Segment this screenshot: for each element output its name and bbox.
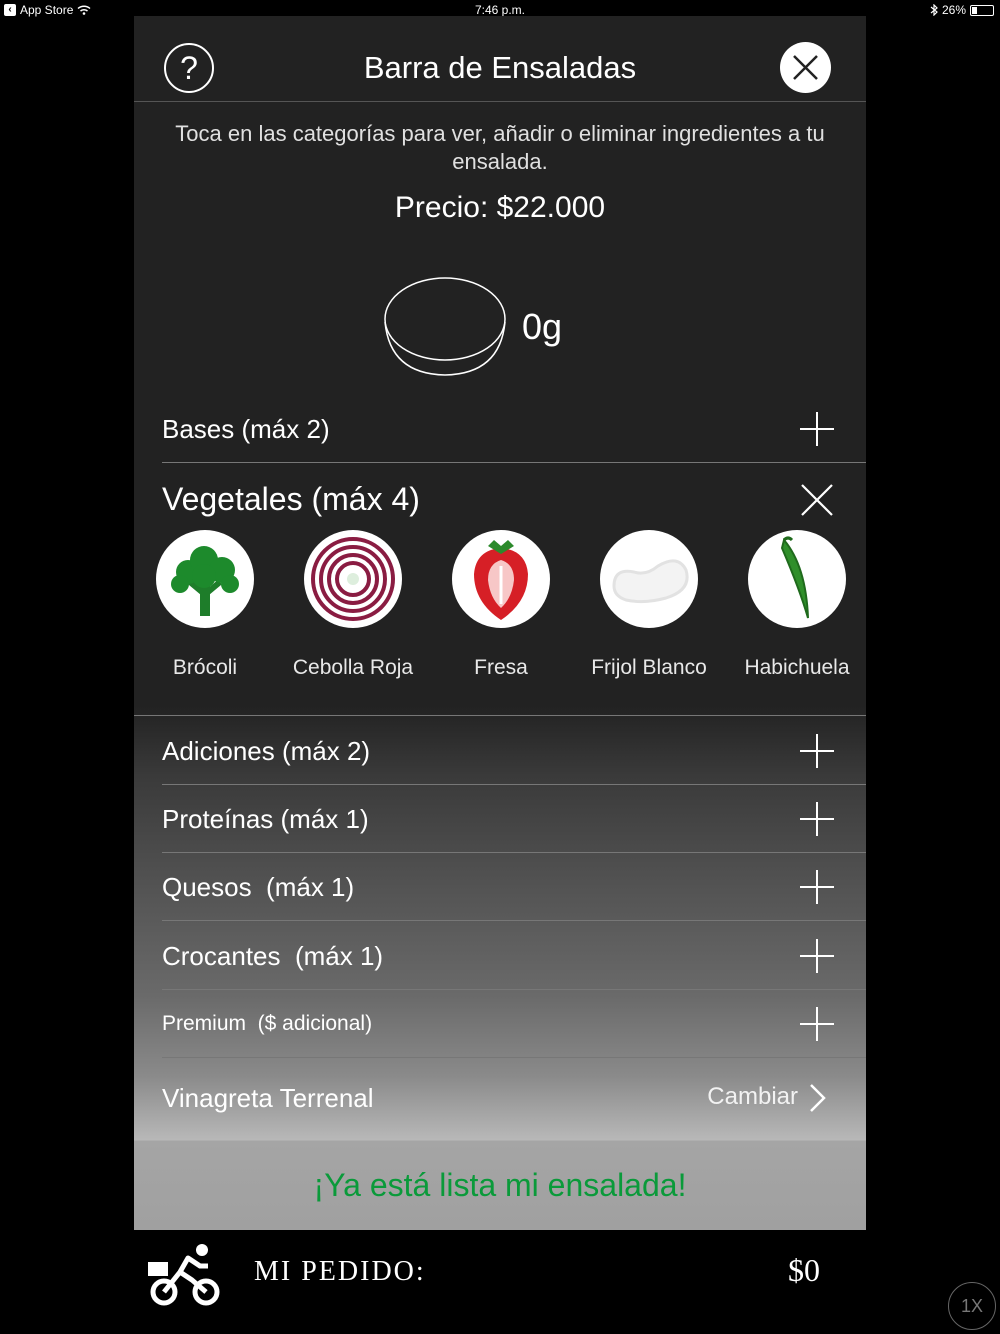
vegetable-item-habichuela[interactable]: Habichuela xyxy=(723,530,866,680)
delivery-bike-icon[interactable] xyxy=(146,1242,222,1308)
plus-icon[interactable] xyxy=(800,412,834,446)
category-quesos[interactable]: Quesos (máx 1) xyxy=(162,853,866,921)
salad-ready-button[interactable]: ¡Ya está lista mi ensalada! xyxy=(134,1141,866,1230)
vegetable-item-brocoli[interactable]: Brócoli xyxy=(134,530,279,680)
price-label: Precio: $22.000 xyxy=(394,191,606,224)
collapse-close-icon[interactable] xyxy=(800,483,834,517)
battery-icon xyxy=(970,4,994,16)
salad-bar-panel: ? Barra de Ensaladas Toca en las categor… xyxy=(134,16,866,1230)
vegetable-name: Brócoli xyxy=(172,656,238,679)
clock: 7:46 p.m. xyxy=(474,3,526,17)
broccoli-icon xyxy=(156,530,254,628)
chevron-right-icon[interactable] xyxy=(808,1083,826,1113)
category-label: Premium ($ adicional) xyxy=(162,1012,373,1035)
category-label: Crocantes (máx 1) xyxy=(162,941,384,971)
white-bean-icon xyxy=(600,530,698,628)
order-label: MI PEDIDO: xyxy=(254,1256,426,1287)
vegetable-name: Fresa xyxy=(474,656,528,679)
change-dressing-link[interactable]: Cambiar xyxy=(707,1083,798,1111)
plus-icon[interactable] xyxy=(800,1007,834,1041)
battery-percent: 26% xyxy=(941,3,966,17)
category-label: Adiciones (máx 2) xyxy=(162,736,371,766)
red-onion-icon xyxy=(304,530,402,628)
category-bases[interactable]: Bases (máx 2) xyxy=(162,395,866,463)
close-icon xyxy=(793,55,818,80)
order-footer: MI PEDIDO: $0 xyxy=(0,1230,1000,1334)
category-proteinas[interactable]: Proteínas (máx 1) xyxy=(162,785,866,853)
dressing-row[interactable]: Vinagreta Terrenal Cambiar xyxy=(162,1059,866,1141)
instructions-text: Toca en las categorías para ver, añadir … xyxy=(175,121,825,174)
plus-icon[interactable] xyxy=(800,939,834,973)
vegetable-name: Frijol Blanco xyxy=(591,656,707,679)
category-premium[interactable]: Premium ($ adicional) xyxy=(162,990,866,1058)
vegetable-item-frijol-blanco[interactable]: Frijol Blanco xyxy=(575,530,723,680)
vegetable-name: Cebolla Roja xyxy=(292,656,414,679)
dressing-label: Vinagreta Terrenal xyxy=(162,1083,374,1113)
category-label: Proteínas (máx 1) xyxy=(162,804,369,834)
header: ? Barra de Ensaladas xyxy=(134,16,866,102)
vegetables-list: Brócoli Cebolla Roja Fresa Frijol Blanco… xyxy=(134,530,866,716)
category-label: Bases (máx 2) xyxy=(162,414,330,444)
plus-icon[interactable] xyxy=(800,734,834,768)
vegetable-item-cebolla-roja[interactable]: Cebolla Roja xyxy=(279,530,427,680)
green-bean-icon xyxy=(748,530,846,628)
zoom-button[interactable]: 1X xyxy=(948,1282,996,1330)
category-vegetales-title[interactable]: Vegetales (máx 4) xyxy=(162,481,420,518)
vegetable-item-fresa[interactable]: Fresa xyxy=(427,530,575,680)
bluetooth-icon xyxy=(930,4,938,16)
page-title: Barra de Ensaladas xyxy=(363,50,637,85)
category-adiciones[interactable]: Adiciones (máx 2) xyxy=(162,717,866,785)
plus-icon[interactable] xyxy=(800,870,834,904)
weight-value: 0g xyxy=(522,306,563,347)
strawberry-icon xyxy=(452,530,550,628)
bowl-icon xyxy=(384,277,506,376)
vegetable-name: Habichuela xyxy=(744,656,850,679)
order-total: $0 xyxy=(788,1252,820,1288)
category-crocantes[interactable]: Crocantes (máx 1) xyxy=(162,922,866,990)
close-button[interactable] xyxy=(780,42,831,93)
plus-icon[interactable] xyxy=(800,802,834,836)
category-label: Quesos (máx 1) xyxy=(162,872,355,902)
